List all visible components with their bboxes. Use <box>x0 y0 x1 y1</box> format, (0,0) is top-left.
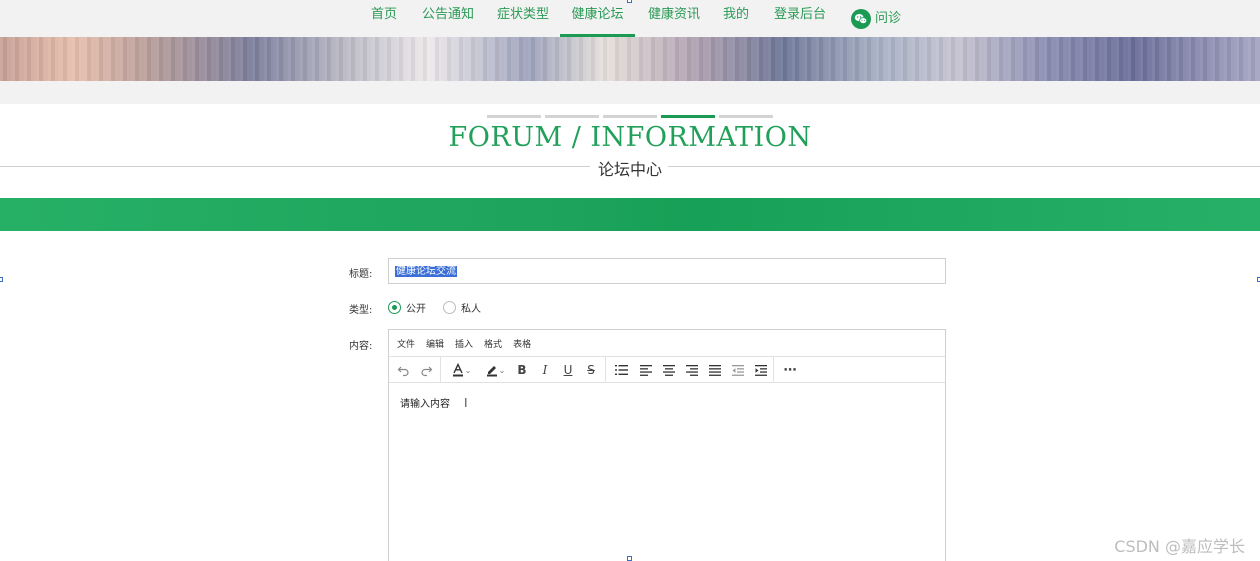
radio-private[interactable]: 私人 <box>443 300 481 315</box>
banner-image <box>0 37 1260 81</box>
top-nav: 首页 公告通知 症状类型 健康论坛 健康资讯 我的 登录后台 问诊 <box>0 0 1260 37</box>
rich-text-editor[interactable]: 文件 编辑 插入 格式 表格 ⌄ ⌄ B I U S ⋯ 请输入内容 I <box>388 329 946 561</box>
radio-public-button[interactable] <box>388 300 401 314</box>
green-band <box>0 198 1260 231</box>
text-cursor-icon: I <box>464 396 468 410</box>
italic-icon[interactable]: I <box>537 361 553 379</box>
section-subtitle-row: 论坛中心 <box>0 156 1260 180</box>
content-label: 内容: <box>349 341 373 352</box>
nav-item-consultation-label: 问诊 <box>875 10 902 26</box>
decor-bar <box>487 115 541 118</box>
banner-spacer <box>0 81 1260 104</box>
nav-item-home[interactable]: 首页 <box>371 0 397 37</box>
menu-edit[interactable]: 编辑 <box>426 337 444 350</box>
wechat-icon <box>851 8 871 29</box>
editor-placeholder: 请输入内容 <box>400 399 450 410</box>
editor-toolbar: ⌄ ⌄ B I U S ⋯ <box>389 357 945 383</box>
section-subtitle: 论坛中心 <box>593 160 666 179</box>
watermark: CSDN @嘉应学长 <box>1114 537 1245 556</box>
align-left-icon[interactable] <box>638 361 654 379</box>
chevron-down-icon: ⌄ <box>464 365 472 375</box>
menu-table[interactable]: 表格 <box>513 337 531 350</box>
chevron-down-icon: ⌄ <box>498 365 506 375</box>
align-center-icon[interactable] <box>661 361 677 379</box>
decor-bar <box>545 115 599 118</box>
title-label: 标题: <box>349 269 373 280</box>
nav-item-symptom-types[interactable]: 症状类型 <box>497 0 549 37</box>
editor-menubar: 文件 编辑 插入 格式 表格 <box>389 330 945 357</box>
resize-handle[interactable] <box>627 0 632 3</box>
menu-format[interactable]: 格式 <box>484 337 502 350</box>
outdent-icon[interactable] <box>730 361 746 379</box>
underline-icon[interactable]: U <box>560 361 576 379</box>
toolbar-separator <box>605 357 606 383</box>
more-icon[interactable]: ⋯ <box>781 361 799 379</box>
redo-icon[interactable] <box>418 361 434 379</box>
menu-insert[interactable]: 插入 <box>455 337 473 350</box>
align-right-icon[interactable] <box>684 361 700 379</box>
nav-item-notices[interactable]: 公告通知 <box>422 0 474 37</box>
radio-private-button[interactable] <box>443 300 456 314</box>
type-label: 类型: <box>349 305 373 316</box>
toolbar-separator <box>773 357 774 383</box>
font-color-icon[interactable]: ⌄ <box>446 361 476 379</box>
radio-public[interactable]: 公开 <box>388 300 426 315</box>
resize-handle[interactable] <box>0 277 3 282</box>
nav-item-consultation[interactable]: 问诊 <box>851 0 901 37</box>
align-justify-icon[interactable] <box>707 361 723 379</box>
nav-item-health-forum[interactable]: 健康论坛 <box>560 0 635 37</box>
radio-public-label: 公开 <box>406 303 426 315</box>
menu-file[interactable]: 文件 <box>397 337 415 350</box>
toolbar-separator <box>440 357 441 383</box>
section-title: FORUM / INFORMATION <box>448 122 812 153</box>
nav-item-admin-login[interactable]: 登录后台 <box>774 0 826 37</box>
highlight-icon[interactable]: ⌄ <box>480 361 510 379</box>
numbered-list-icon[interactable] <box>613 361 629 379</box>
decor-bar <box>719 115 773 118</box>
editor-content[interactable]: 请输入内容 I <box>389 383 945 422</box>
strikethrough-icon[interactable]: S <box>583 361 599 379</box>
title-input[interactable]: 健康论坛交流 <box>388 258 946 284</box>
radio-private-label: 私人 <box>461 303 481 315</box>
decor-bar <box>603 115 657 118</box>
indent-icon[interactable] <box>753 361 769 379</box>
decor-bar-active <box>661 115 715 118</box>
nav-item-mine[interactable]: 我的 <box>723 0 749 37</box>
nav-item-health-news[interactable]: 健康资讯 <box>648 0 700 37</box>
resize-handle[interactable] <box>627 556 632 561</box>
undo-icon[interactable] <box>395 361 411 379</box>
bold-icon[interactable]: B <box>514 361 530 379</box>
title-input-value: 健康论坛交流 <box>395 266 457 277</box>
